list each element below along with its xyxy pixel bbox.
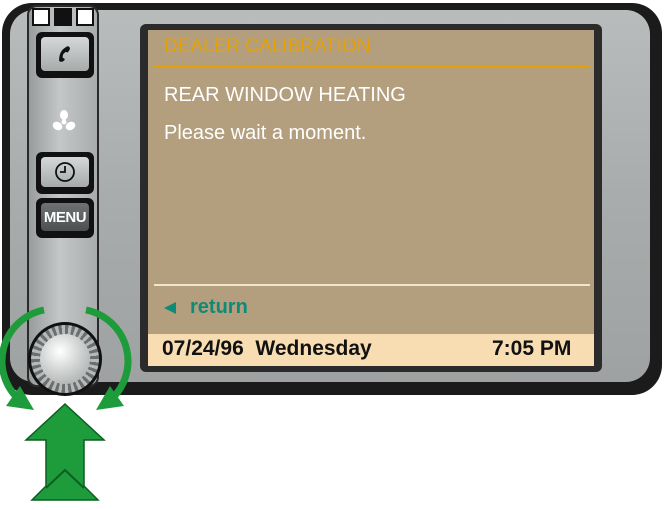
press-arrow-icon [24, 402, 106, 501]
instruction-arrows [0, 306, 132, 501]
rotate-left-arrow-icon [0, 306, 45, 405]
rotate-right-arrow-icon [85, 306, 132, 405]
